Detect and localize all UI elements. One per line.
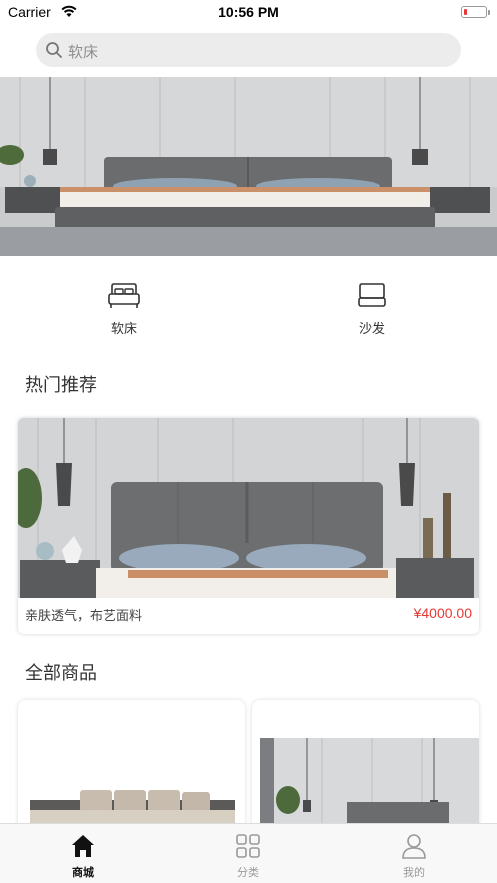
product-image: [252, 700, 479, 840]
search-placeholder: 软床: [68, 43, 99, 61]
product-card[interactable]: [18, 700, 245, 840]
tab-label: 商城: [72, 866, 94, 879]
home-icon: [72, 835, 94, 857]
tab-bar: 商城 分类 我的: [0, 823, 497, 883]
tab-category[interactable]: 分类: [198, 832, 298, 880]
tab-label: 我的: [403, 866, 425, 879]
category-label: 软床: [110, 322, 137, 337]
clock: 10:56 PM: [218, 4, 279, 20]
grid-icon: [236, 834, 260, 858]
product-price: ¥4000.00: [413, 605, 472, 621]
tab-mall[interactable]: 商城: [33, 832, 133, 880]
banner-carousel[interactable]: [0, 77, 497, 256]
status-bar: Carrier 10:56 PM: [0, 0, 497, 26]
category-label: 沙发: [358, 322, 385, 337]
sofa-icon: [358, 283, 386, 307]
hot-product-card[interactable]: 亲肤透气，布艺面料 ¥4000.00: [18, 418, 479, 634]
product-image: [18, 418, 479, 598]
search-bar[interactable]: 软床: [36, 33, 461, 67]
battery-icon: [461, 6, 490, 18]
tab-mine[interactable]: 我的: [364, 832, 464, 880]
section-title-hot: 热门推荐: [25, 375, 97, 396]
battery-level: [464, 9, 467, 15]
tab-label: 分类: [237, 866, 259, 879]
product-image: [18, 700, 245, 840]
banner-image: [0, 77, 497, 256]
product-description: 亲肤透气，布艺面料: [25, 609, 143, 624]
product-card[interactable]: [252, 700, 479, 840]
search-icon: [46, 42, 62, 58]
category-sofa[interactable]: 沙发: [312, 282, 432, 337]
section-title-all: 全部商品: [25, 663, 97, 684]
category-bed[interactable]: 软床: [64, 282, 184, 337]
bed-icon: [108, 283, 140, 308]
user-icon: [402, 834, 426, 859]
